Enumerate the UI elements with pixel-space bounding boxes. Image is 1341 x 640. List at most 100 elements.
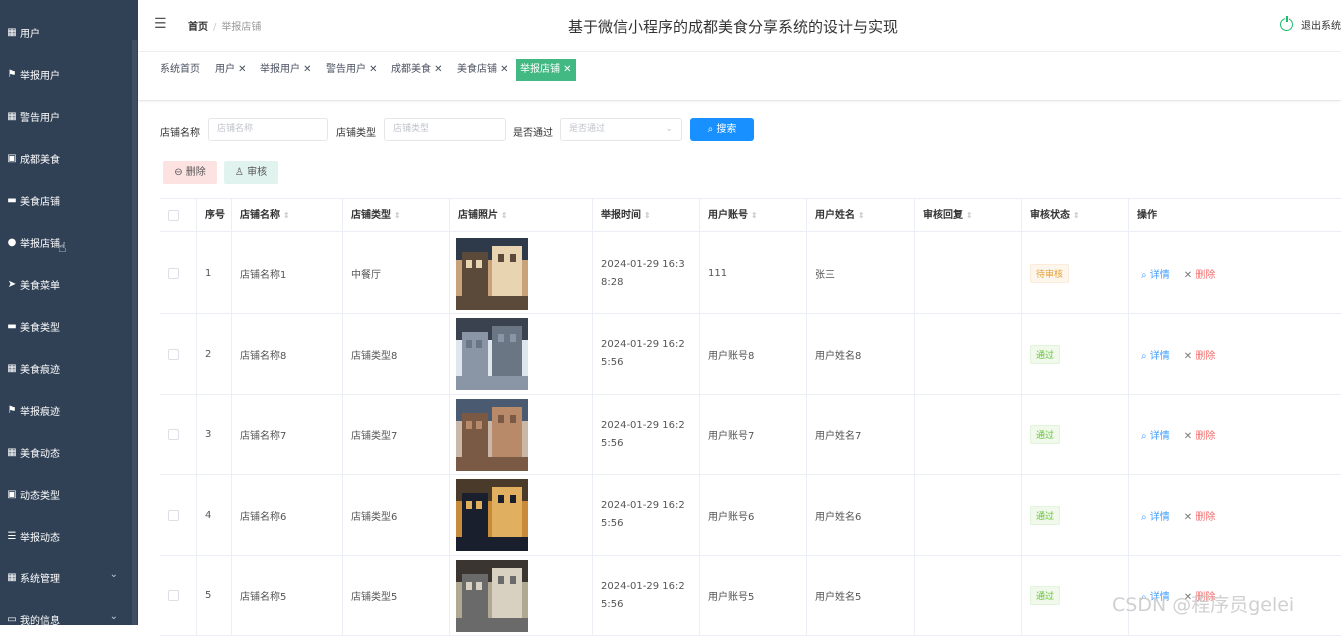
row-shop-photo bbox=[449, 555, 592, 636]
sidebar-item-food-shops[interactable]: ▬ 美食店铺 bbox=[0, 179, 132, 221]
sort-icon[interactable]: ⇕ bbox=[751, 211, 758, 220]
shop-photo[interactable] bbox=[456, 559, 528, 632]
search-button[interactable]: ⌕ 搜索 bbox=[690, 118, 754, 141]
logout-button[interactable]: 退出系统 bbox=[1280, 16, 1341, 32]
sort-icon[interactable]: ⇕ bbox=[966, 211, 973, 220]
sidebar-item-system[interactable]: ▦ 系统管理 ⌄ bbox=[0, 556, 132, 598]
row-select-cell bbox=[160, 314, 196, 395]
sidebar-item-report-posts[interactable]: ☰ 举报动态 bbox=[0, 515, 132, 557]
shop-name-input[interactable]: 店铺名称 bbox=[208, 118, 328, 141]
passed-select[interactable]: 是否通过 ⌄ bbox=[560, 118, 682, 141]
header-report-time[interactable]: 举报时间 ⇕ bbox=[592, 199, 699, 233]
sidebar-item-food-menu[interactable]: ➤ 美食菜单 bbox=[0, 263, 132, 305]
row-checkbox[interactable] bbox=[168, 348, 179, 360]
menu-fold-icon[interactable]: ☰ bbox=[154, 16, 167, 32]
shop-photo[interactable] bbox=[456, 237, 528, 310]
page-title: 基于微信小程序的成都美食分享系统的设计与实现 bbox=[568, 18, 899, 36]
row-user-name: 张三 bbox=[806, 233, 914, 314]
sidebar-item-label: 举报动态 bbox=[20, 532, 60, 544]
tag-report-shops[interactable]: 举报店铺 ✕ bbox=[516, 59, 576, 81]
sort-icon[interactable]: ⇕ bbox=[501, 211, 508, 220]
sidebar-item-label: 美食店铺 bbox=[20, 196, 60, 208]
sidebar-item-my-info[interactable]: ▭ 我的信息 ⌄ bbox=[0, 598, 132, 640]
delete-button[interactable]: ✕ 删除 bbox=[1184, 266, 1216, 281]
detail-label: 详情 bbox=[1149, 350, 1170, 362]
grid-icon: ▦ bbox=[7, 26, 17, 38]
delete-button[interactable]: ✕ 删除 bbox=[1184, 508, 1216, 523]
detail-button[interactable]: ⌕ 详情 bbox=[1141, 427, 1170, 442]
delete-label: 删除 bbox=[1195, 350, 1216, 362]
delete-label: 删除 bbox=[1195, 270, 1216, 281]
sidebar-item-report-users[interactable]: ⚑ 举报用户 bbox=[0, 53, 132, 95]
detail-button[interactable]: ⌕ 详情 bbox=[1141, 266, 1170, 281]
tag-warn-users[interactable]: 警告用户 ✕ bbox=[322, 59, 382, 81]
detail-label: 详情 bbox=[1149, 511, 1170, 523]
sort-icon[interactable]: ⇕ bbox=[644, 211, 651, 220]
breadcrumb-home[interactable]: 首页 bbox=[188, 22, 208, 33]
detail-button[interactable]: ⌕ 详情 bbox=[1141, 347, 1170, 362]
passed-label: 是否通过 bbox=[513, 128, 553, 139]
detail-button[interactable]: ⌕ 详情 bbox=[1141, 508, 1170, 523]
row-audit-reply bbox=[914, 474, 1021, 556]
sidebar-item-food-posts[interactable]: ▦ 美食动态 bbox=[0, 431, 132, 473]
sidebar-item-warn-users[interactable]: ▦ 警告用户 bbox=[0, 95, 132, 137]
sort-icon[interactable]: ⇕ bbox=[858, 211, 865, 220]
shop-type-input[interactable]: 店铺类型 bbox=[384, 118, 506, 141]
sidebar-item-chengdu-food[interactable]: ▣ 成都美食 bbox=[0, 137, 132, 179]
row-checkbox[interactable] bbox=[168, 268, 179, 279]
sidebar-item-food-types[interactable]: ▬ 美食类型 bbox=[0, 305, 132, 347]
header-shop-name[interactable]: 店铺名称 ⇕ bbox=[231, 199, 342, 233]
grid-icon: ▦ bbox=[7, 110, 17, 122]
search-button-label: 搜索 bbox=[716, 124, 737, 135]
status-badge: 待审核 bbox=[1030, 264, 1070, 283]
batch-delete-button[interactable]: ⊖ 删除 bbox=[163, 161, 217, 184]
sidebar-item-report-traces[interactable]: ⚑ 举报痕迹 bbox=[0, 389, 132, 431]
close-icon: ✕ bbox=[1183, 431, 1193, 442]
audit-button[interactable]: ♙ 审核 bbox=[224, 161, 278, 184]
row-user-account: 用户账号7 bbox=[699, 394, 806, 475]
row-index: 1 bbox=[196, 233, 231, 314]
row-report-time: 2024-01-29 16:38:28 bbox=[592, 233, 699, 314]
sidebar-scrollbar[interactable] bbox=[132, 40, 137, 625]
sort-icon[interactable]: ⇕ bbox=[283, 211, 290, 220]
header-user-name[interactable]: 用户姓名 ⇕ bbox=[806, 199, 914, 233]
sidebar-item-label: 举报痕迹 bbox=[20, 406, 60, 418]
row-checkbox[interactable] bbox=[168, 429, 179, 440]
tag-users[interactable]: 用户 ✕ bbox=[211, 59, 251, 81]
delete-button[interactable]: ✕ 删除 bbox=[1184, 427, 1216, 442]
flag-icon: ⚑ bbox=[7, 68, 17, 80]
delete-button[interactable]: ✕ 删除 bbox=[1184, 347, 1216, 362]
tag-home[interactable]: 系统首页 bbox=[156, 59, 204, 81]
chevron-down-icon: ⌄ bbox=[665, 124, 673, 134]
sidebar-item-post-types[interactable]: ▣ 动态类型 bbox=[0, 473, 132, 515]
shop-photo[interactable] bbox=[456, 398, 528, 471]
sort-icon[interactable]: ⇕ bbox=[394, 211, 401, 220]
chevron-down-icon: ⌄ bbox=[109, 611, 118, 622]
header-user-account[interactable]: 用户账号 ⇕ bbox=[699, 199, 806, 233]
tag-chengdu-food[interactable]: 成都美食 ✕ bbox=[387, 59, 447, 81]
doc-icon: ▭ bbox=[7, 613, 17, 625]
table-row: 3 店铺名称7 店铺类型7 2024-01-29 16:25:56 用户账号7 … bbox=[160, 394, 1341, 475]
row-shop-name: 店铺名称1 bbox=[231, 233, 342, 314]
row-audit-status-cell: 通过 bbox=[1021, 394, 1128, 475]
header-shop-type[interactable]: 店铺类型 ⇕ bbox=[342, 199, 449, 233]
sort-icon[interactable]: ⇕ bbox=[1073, 211, 1080, 220]
search-icon: ⌕ bbox=[1141, 511, 1147, 523]
select-all-checkbox[interactable] bbox=[168, 209, 179, 221]
list-icon: ☰ bbox=[7, 530, 17, 542]
tag-food-shops[interactable]: 美食店铺 ✕ bbox=[453, 59, 513, 81]
row-checkbox[interactable] bbox=[168, 509, 179, 521]
shop-photo[interactable] bbox=[456, 479, 528, 551]
row-user-account: 用户账号5 bbox=[699, 555, 806, 636]
sidebar-item-label: 系统管理 bbox=[20, 573, 60, 585]
shop-photo[interactable] bbox=[456, 318, 528, 390]
header-audit-status[interactable]: 审核状态 ⇕ bbox=[1021, 199, 1128, 233]
search-icon: ⌕ bbox=[1141, 431, 1147, 442]
sidebar-item-users[interactable]: ▦ 用户 bbox=[0, 11, 132, 53]
header-audit-reply[interactable]: 审核回复 ⇕ bbox=[914, 199, 1021, 233]
row-checkbox[interactable] bbox=[168, 590, 179, 601]
tag-report-users[interactable]: 举报用户 ✕ bbox=[256, 59, 316, 81]
hand-cursor-icon: ☝ bbox=[58, 240, 67, 256]
sidebar-item-food-traces[interactable]: ▦ 美食痕迹 bbox=[0, 347, 132, 389]
header-shop-photo[interactable]: 店铺照片 ⇕ bbox=[449, 199, 592, 233]
